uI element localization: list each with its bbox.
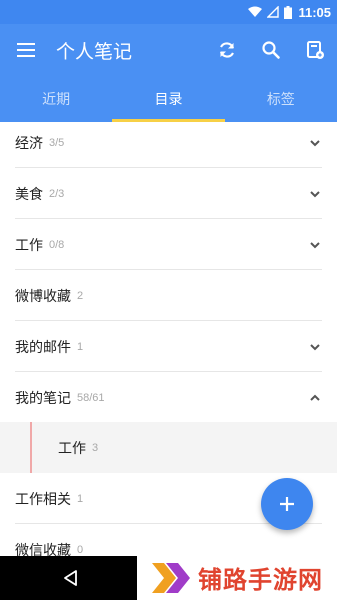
notebook-settings-icon [307,41,324,59]
list-item-name: 我的邮件 [15,339,71,356]
list-item-name: 美食 [15,186,43,203]
status-bar: 11:05 [0,0,337,24]
system-nav-bar: 铺路手游网 [0,556,337,600]
chevron-down-icon[interactable] [309,137,321,149]
list-item-count: 58/61 [77,391,105,404]
battery-icon [284,5,293,19]
back-triangle-icon[interactable] [61,568,81,588]
list-item[interactable]: 工作 0/8 [0,219,337,270]
menu-icon [17,43,35,57]
list-item-name: 工作 [15,237,43,254]
tab-bar: 近期 目录 标签 [0,76,337,122]
menu-button[interactable] [0,24,52,76]
watermark: 铺路手游网 [150,560,323,595]
search-icon [262,41,280,59]
notebook-settings-button[interactable] [293,24,337,76]
tab-recent[interactable]: 近期 [0,76,112,122]
list-item-name: 工作相关 [15,491,71,508]
clock: 11:05 [298,4,331,20]
sync-icon [219,42,235,58]
sync-button[interactable] [205,24,249,76]
child-indent-marker [30,422,32,473]
page-title: 个人笔记 [56,40,133,63]
list-item[interactable]: 我的笔记 58/61 [0,372,337,423]
list-item-count: 3/5 [49,136,65,149]
list-item-count: 1 [77,340,84,353]
tab-directory[interactable]: 目录 [112,76,225,122]
chevron-down-icon[interactable] [309,188,321,200]
chevron-down-icon[interactable] [309,341,321,353]
list-item-child[interactable]: 工作 3 [0,422,337,473]
list-item-count: 2/3 [49,187,65,200]
list-item-count: 1 [77,492,84,505]
signal-icon [267,6,280,18]
chevron-down-icon[interactable] [309,239,321,251]
list-item-count: 3 [92,441,99,454]
list-item-name: 我的笔记 [15,390,71,407]
list-item-name: 微博收藏 [15,288,71,305]
wifi-icon [248,6,263,18]
chevron-up-icon[interactable] [309,392,321,404]
tab-tags[interactable]: 标签 [225,76,337,122]
watermark-text: 铺路手游网 [198,566,323,594]
app-bar: 个人笔记 [0,24,337,76]
list-item-count: 2 [77,289,84,302]
list-item[interactable]: 美食 2/3 [0,168,337,219]
list-item-name: 微信收藏 [15,542,71,557]
list-item[interactable]: 经济 3/5 [0,122,337,168]
list-item-name: 工作 [58,440,86,457]
add-note-button[interactable] [261,478,313,530]
list-item-name: 经济 [15,135,43,152]
list-item[interactable]: 微博收藏 2 [0,270,337,321]
plus-icon [280,497,294,511]
watermark-logo-icon [152,562,190,593]
list-item[interactable]: 我的邮件 1 [0,321,337,372]
search-button[interactable] [249,24,293,76]
list-item-count: 0 [77,543,84,556]
list-item-count: 0/8 [49,238,65,251]
